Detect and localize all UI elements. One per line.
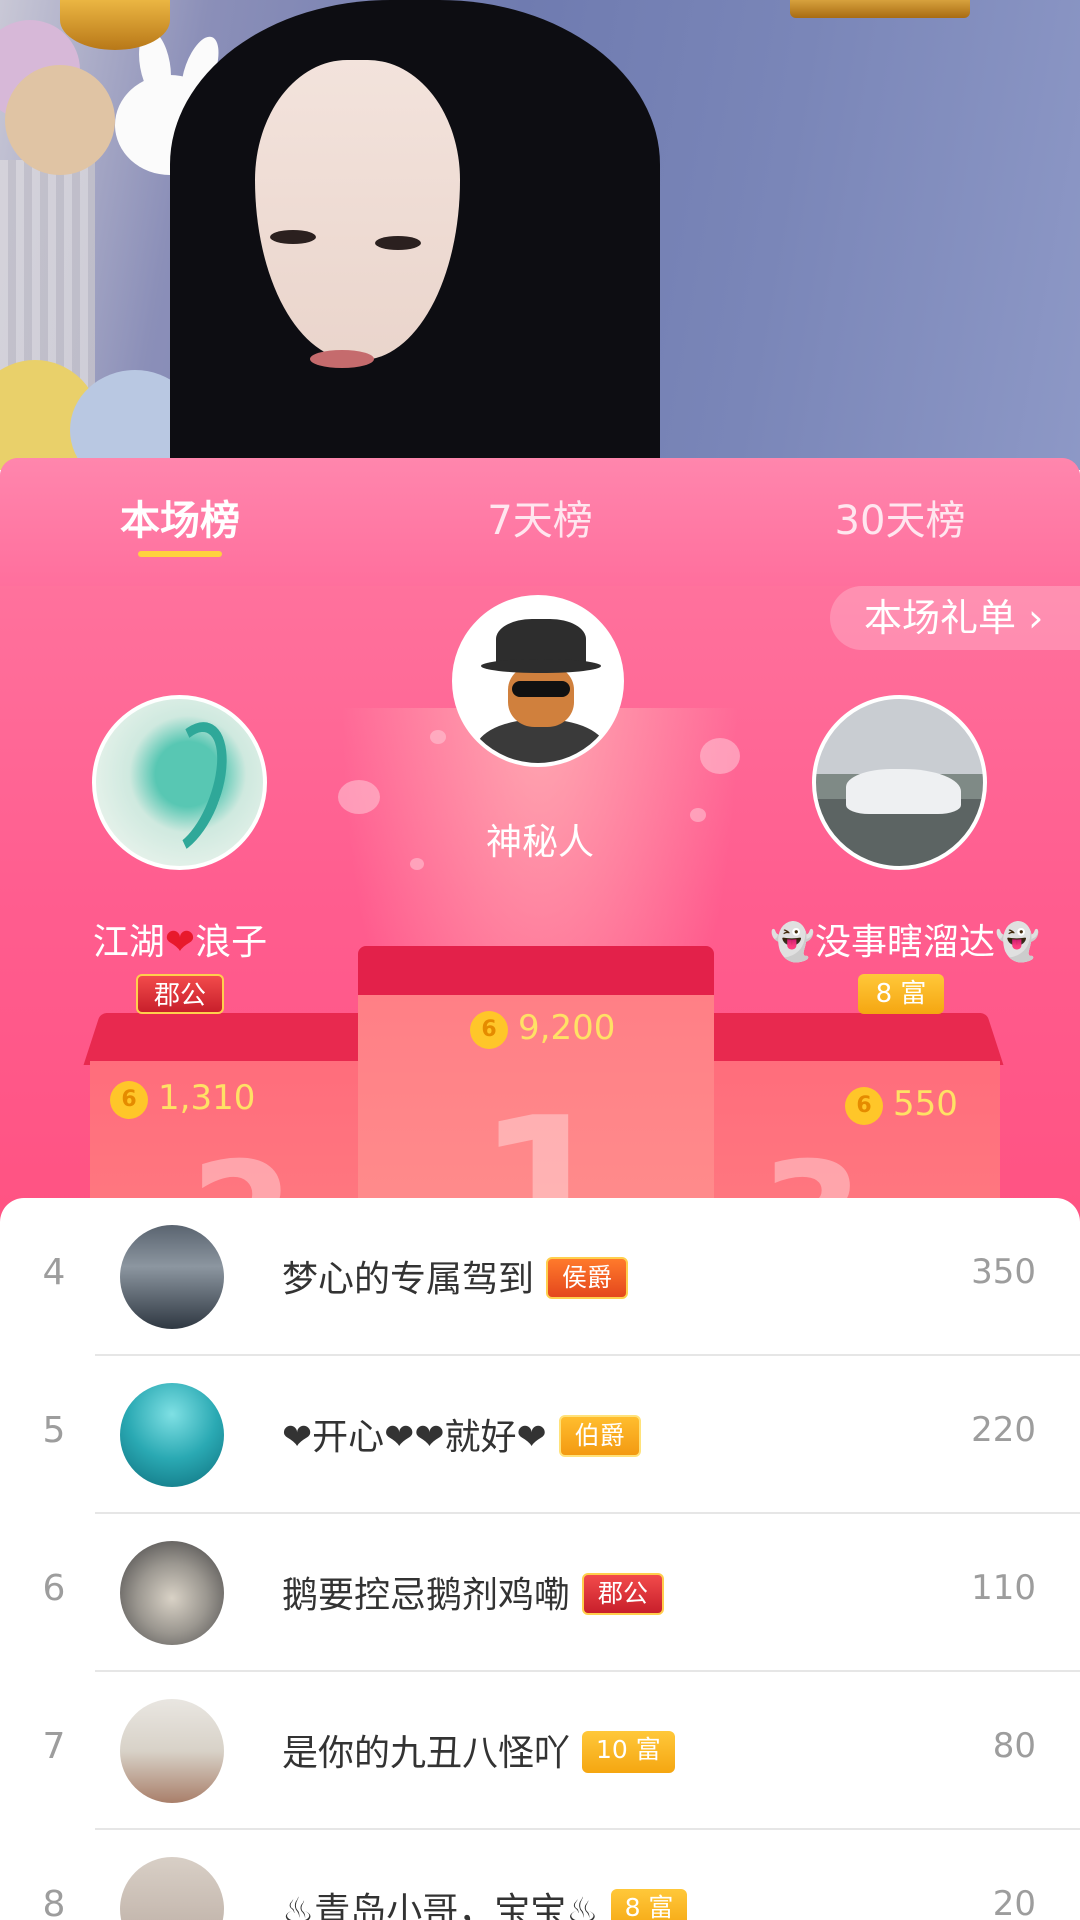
contribution-score: 220 [971,1410,1036,1450]
second-place-avatar[interactable] [92,695,267,870]
dragon-image [129,711,243,866]
heart-icon: ❤ [164,922,196,963]
bear-sticker [5,65,115,175]
contribution-score: 110 [971,1568,1036,1608]
rank-badge: 8 富 [610,1889,688,1920]
third-place-rank-badge: 8 富 [858,974,944,1014]
tab-7-days[interactable]: 7天榜 [460,488,620,548]
list-item[interactable]: 7 是你的九丑八怪吖 10 富 80 [0,1672,1080,1830]
list-item[interactable]: 8 ♨青岛小哥，宝宝♨ 8 富 20 [0,1830,1080,1920]
podium-3-top [696,1013,1004,1065]
contribution-score: 80 [992,1726,1036,1766]
active-tab-indicator [138,551,222,557]
contribution-score: 20 [992,1884,1036,1920]
second-place-rank-badge: 郡公 [136,974,224,1014]
coin-icon: 6 [845,1086,883,1125]
user-name: ❤开心❤❤就好❤ 伯爵 [282,1408,641,1460]
user-name: 鹅要控忌鹅剂鸡嘞 郡公 [282,1566,665,1618]
live-video-feed[interactable] [0,0,1080,470]
rank-number: 6 [42,1568,66,1609]
event-banner-icon [790,0,970,18]
third-place-name: 👻没事瞎溜达👻 [770,922,1040,963]
ranking-list: 4 梦心的专属驾到 侯爵 350 5 ❤开心❤❤就好❤ 伯爵 220 6 鹅要控忌鹅… [0,1198,1080,1920]
list-item[interactable]: 6 鹅要控忌鹅剂鸡嘞 郡公 110 [0,1514,1080,1672]
user-name: ♨青岛小哥，宝宝♨ 8 富 [282,1882,688,1920]
avatar[interactable] [120,1383,224,1487]
leaderboard-tabs: 本场榜 7天榜 30天榜 [0,458,1080,586]
avatar[interactable] [120,1699,224,1803]
podium-2-top [83,1013,381,1065]
list-item[interactable]: 4 梦心的专属驾到 侯爵 350 [0,1198,1080,1356]
rank-badge: 伯爵 [558,1415,641,1457]
tab-current-session[interactable]: 本场榜 [100,488,260,548]
avatar[interactable] [120,1541,224,1645]
list-item[interactable]: 5 ❤开心❤❤就好❤ 伯爵 220 [0,1356,1080,1514]
third-place-avatar[interactable] [812,695,987,870]
sports-car-image [846,769,961,814]
user-name: 梦心的专属驾到 侯爵 [282,1250,629,1302]
rank-badge: 10 富 [582,1731,675,1773]
tab-30-days[interactable]: 30天榜 [820,488,980,548]
rank-number: 4 [42,1252,66,1293]
coin-icon: 6 [110,1080,148,1119]
avatar[interactable] [120,1225,224,1329]
rank-badge: 郡公 [582,1573,665,1615]
second-place-score: 6 1,310 [110,1078,255,1119]
contribution-score: 350 [971,1252,1036,1292]
rank-number: 7 [42,1726,66,1767]
rank-number: 5 [42,1410,66,1451]
avatar[interactable] [120,1857,224,1920]
third-place-score: 6 550 [845,1084,958,1125]
rank-number: 8 [42,1884,66,1920]
coin-icon: 6 [470,1010,508,1049]
podium-1-top [358,946,714,998]
user-name: 是你的九丑八怪吖 10 富 [282,1724,675,1776]
gift-list-button[interactable]: 本场礼单 › [830,586,1080,650]
second-place-name: 江湖❤浪子 [92,922,268,963]
rank-badge: 侯爵 [546,1257,629,1299]
first-place-avatar[interactable] [452,595,624,767]
first-place-name: 神秘人 [485,822,594,863]
first-place-score: 6 9,200 [470,1008,615,1049]
